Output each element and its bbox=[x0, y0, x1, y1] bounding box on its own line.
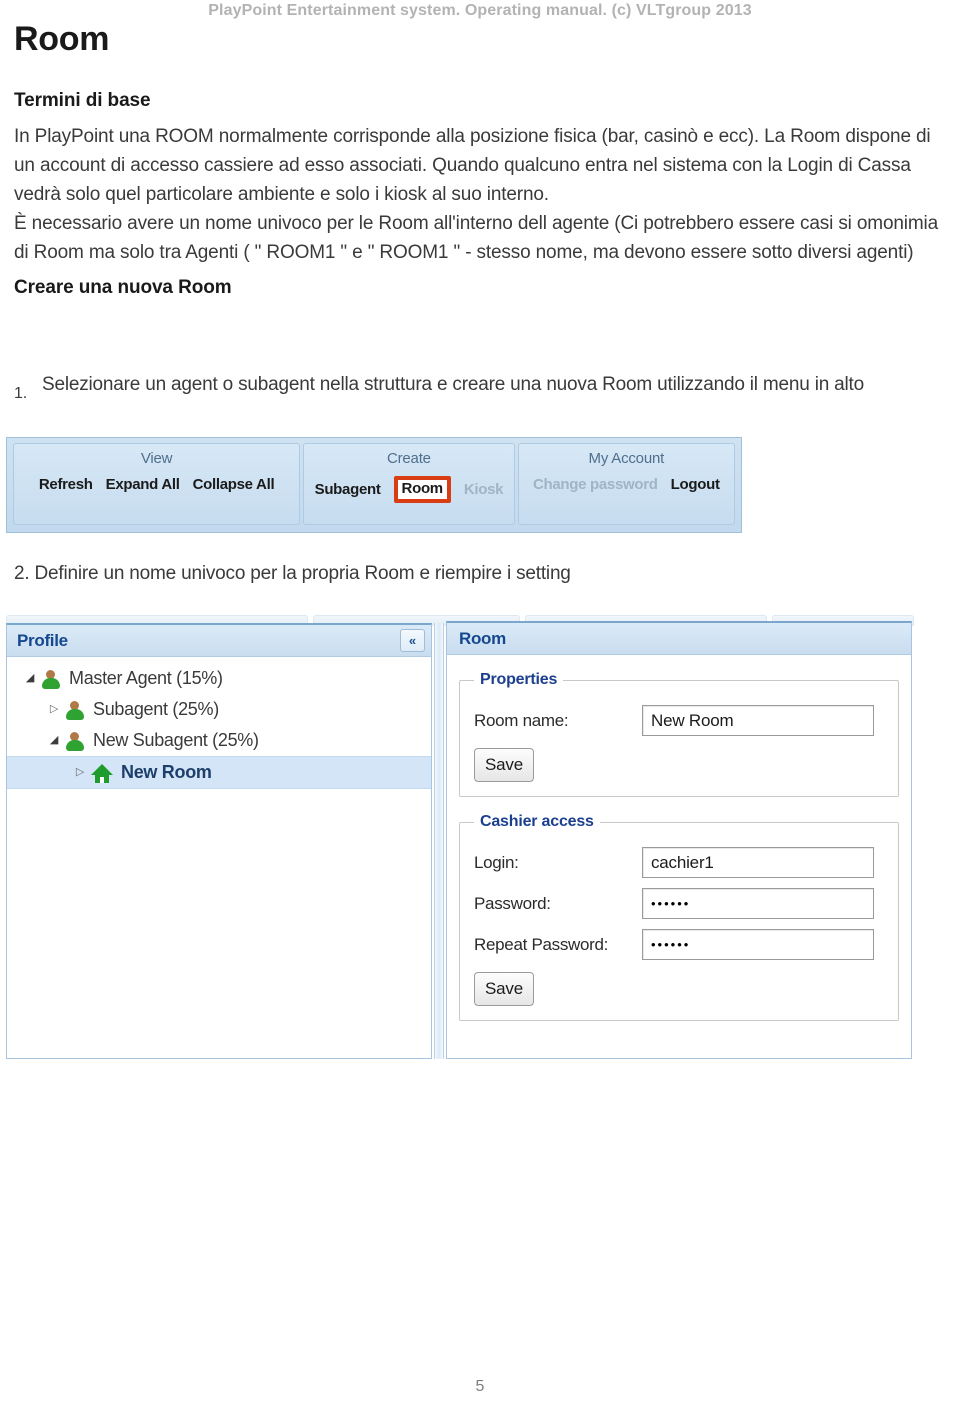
password-input[interactable]: •••••• bbox=[642, 888, 874, 919]
toolbar-group-create-items: Subagent Room Kiosk bbox=[315, 476, 504, 503]
toolbar-group-create: Create Subagent Room Kiosk bbox=[303, 443, 515, 525]
room-panel-title: Room bbox=[459, 628, 506, 648]
step-1-number: 1. bbox=[14, 385, 27, 402]
house-icon bbox=[91, 763, 113, 783]
heading-termini-di-base: Termini di base bbox=[14, 90, 151, 111]
page-number: 5 bbox=[475, 1378, 485, 1395]
password-row: Password: •••••• bbox=[474, 888, 888, 919]
application-screenshot: Profile « ◢ Master Agent (15%) ▷ Subagen… bbox=[0, 607, 918, 1062]
login-row: Login: cachier1 bbox=[474, 847, 888, 878]
chevron-expanded-icon[interactable]: ◢ bbox=[43, 735, 65, 746]
toolbar-button-change-password: Change password bbox=[532, 476, 658, 493]
person-icon bbox=[41, 669, 61, 689]
properties-legend: Properties bbox=[480, 671, 558, 688]
toolbar-button-kiosk: Kiosk bbox=[463, 481, 504, 498]
tree-item-label: New Subagent (25%) bbox=[93, 730, 259, 750]
step-1-text: Selezionare un agent o subagent nella st… bbox=[42, 374, 865, 395]
room-name-row: Room name: New Room bbox=[474, 705, 888, 736]
step-2: 2. Definire un nome univoco per la propr… bbox=[14, 563, 571, 584]
toolbar-button-room[interactable]: Room bbox=[393, 476, 451, 503]
toolbar-group-my-account: My Account Change password Logout bbox=[517, 443, 735, 525]
tree-item-label: Master Agent (15%) bbox=[69, 668, 223, 688]
heading-creare-una-nuova-room: Creare una nuova Room bbox=[14, 277, 232, 298]
toolbar-group-my-account-title: My Account bbox=[588, 450, 665, 467]
person-icon bbox=[65, 700, 85, 720]
save-cashier-button[interactable]: Save bbox=[474, 972, 534, 1006]
cashier-access-fieldset: Cashier access Login: cachier1 Password:… bbox=[459, 813, 899, 1021]
room-panel: Room Properties Room name: New Room Save… bbox=[446, 621, 912, 1059]
tree-item-label: Subagent (25%) bbox=[93, 699, 219, 719]
toolbar-group-view: View Refresh Expand All Collapse All bbox=[13, 443, 301, 525]
toolbar-button-logout[interactable]: Logout bbox=[671, 476, 720, 493]
repeat-password-row: Repeat Password: •••••• bbox=[474, 929, 888, 960]
chevron-collapsed-icon[interactable]: ▷ bbox=[43, 704, 65, 715]
toolbar-group-view-items: Refresh Expand All Collapse All bbox=[39, 476, 275, 493]
toolbar-group-my-account-items: Change password Logout bbox=[533, 476, 720, 493]
profile-tree: ◢ Master Agent (15%) ▷ Subagent (25%) ◢ … bbox=[7, 657, 431, 789]
repeat-password-input[interactable]: •••••• bbox=[642, 929, 874, 960]
toolbar-button-collapse-all[interactable]: Collapse All bbox=[193, 476, 275, 493]
save-properties-button[interactable]: Save bbox=[474, 748, 534, 782]
room-panel-header: Room bbox=[447, 623, 911, 655]
tree-item-label: New Room bbox=[121, 762, 212, 782]
person-icon bbox=[65, 731, 85, 751]
running-header: PlayPoint Entertainment system. Operatin… bbox=[208, 2, 752, 19]
profile-panel: Profile « ◢ Master Agent (15%) ▷ Subagen… bbox=[6, 623, 432, 1059]
login-label: Login: bbox=[474, 852, 519, 872]
profile-panel-header: Profile « bbox=[7, 625, 431, 657]
properties-fieldset: Properties Room name: New Room Save bbox=[459, 671, 899, 797]
tree-item-new-room[interactable]: ▷ New Room bbox=[7, 756, 431, 789]
toolbar-button-expand-all[interactable]: Expand All bbox=[106, 476, 180, 493]
room-name-input[interactable]: New Room bbox=[642, 705, 874, 736]
login-input[interactable]: cachier1 bbox=[642, 847, 874, 878]
toolbar-group-view-title: View bbox=[140, 450, 173, 467]
tree-item-new-subagent[interactable]: ◢ New Subagent (25%) bbox=[7, 725, 431, 756]
room-name-label: Room name: bbox=[474, 710, 569, 730]
panel-splitter[interactable] bbox=[434, 623, 444, 1059]
tree-item-subagent[interactable]: ▷ Subagent (25%) bbox=[7, 694, 431, 725]
page-title: Room bbox=[14, 20, 110, 58]
profile-panel-title: Profile bbox=[17, 630, 68, 650]
cashier-access-legend: Cashier access bbox=[480, 813, 594, 830]
toolbar-button-subagent[interactable]: Subagent bbox=[315, 481, 381, 498]
tree-item-master-agent[interactable]: ◢ Master Agent (15%) bbox=[7, 663, 431, 694]
paragraph-unique-name: È necessario avere un nome univoco per l… bbox=[14, 213, 939, 263]
toolbar-screenshot: View Refresh Expand All Collapse All Cre… bbox=[6, 437, 742, 533]
paragraph-room-definition: In PlayPoint una ROOM normalmente corris… bbox=[14, 126, 931, 205]
password-label: Password: bbox=[474, 893, 551, 913]
chevron-collapsed-icon[interactable]: ▷ bbox=[69, 767, 91, 778]
toolbar-group-create-title: Create bbox=[386, 450, 431, 467]
chevron-expanded-icon[interactable]: ◢ bbox=[19, 673, 41, 684]
repeat-password-label: Repeat Password: bbox=[474, 934, 609, 954]
toolbar-button-refresh[interactable]: Refresh bbox=[39, 476, 93, 493]
document-content: Termini di base In PlayPoint una ROOM no… bbox=[14, 90, 950, 299]
collapse-panel-icon[interactable]: « bbox=[400, 629, 425, 652]
step-1: 1. Selezionare un agent o subagent nella… bbox=[14, 371, 960, 402]
